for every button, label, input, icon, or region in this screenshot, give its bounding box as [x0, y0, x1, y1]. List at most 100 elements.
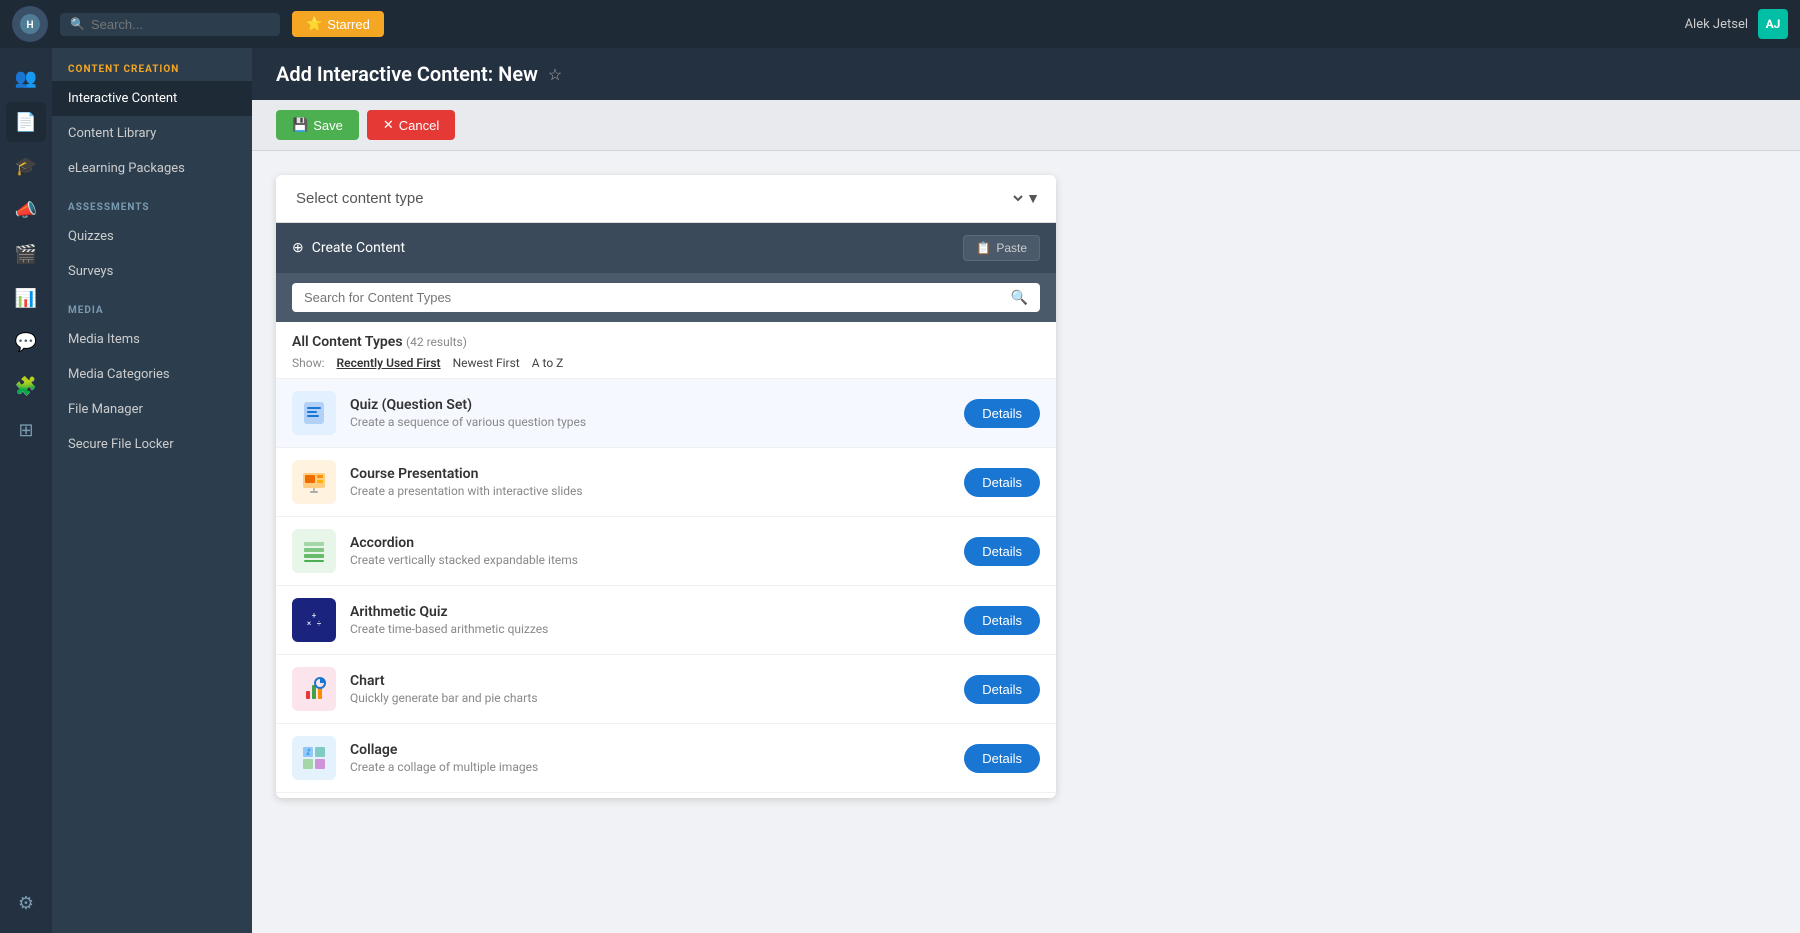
paste-icon: 📋 — [976, 241, 991, 255]
accordion-desc: Create vertically stacked expandable ite… — [350, 553, 950, 567]
search-submit-button[interactable]: 🔍 — [1011, 289, 1028, 306]
sidebar-item-media-items[interactable]: Media Items — [52, 322, 252, 357]
content-area: Select content type ▼ ⊕ Create Content 📋… — [252, 151, 1800, 822]
sidebar-item-elearning-packages[interactable]: eLearning Packages — [52, 151, 252, 186]
show-label: Show: — [292, 356, 325, 370]
create-content-label: ⊕ Create Content — [292, 240, 405, 256]
list-item: Accordion Create vertically stacked expa… — [276, 517, 1056, 586]
course-presentation-name: Course Presentation — [350, 466, 950, 482]
topbar: H 🔍 ⭐ Starred Alek Jetsel AJ — [0, 0, 1800, 48]
accordion-details-button[interactable]: Details — [964, 537, 1040, 566]
results-heading: All Content Types (42 results) — [292, 334, 1040, 350]
sort-recently-used[interactable]: Recently Used First — [337, 356, 441, 370]
search-section: 🔍 — [276, 273, 1056, 322]
sort-newest-first[interactable]: Newest First — [453, 356, 520, 370]
arithmetic-icon: +×÷ — [292, 598, 336, 642]
chart-details-button[interactable]: Details — [964, 675, 1040, 704]
section-label-content-creation: CONTENT CREATION — [52, 48, 252, 81]
collage-info: Collage Create a collage of multiple ima… — [350, 742, 950, 774]
icon-sidebar: 👥 📄 🎓 📣 🎬 📊 💬 🧩 ⊞ ⚙ — [0, 48, 52, 933]
sidebar-item-file-manager[interactable]: File Manager — [52, 392, 252, 427]
sort-bar: Show: Recently Used First Newest First A… — [292, 356, 1040, 370]
collage-desc: Create a collage of multiple images — [350, 760, 950, 774]
quiz-icon — [292, 391, 336, 435]
user-name: Alek Jetsel — [1685, 17, 1748, 32]
starred-label: Starred — [327, 17, 370, 32]
list-item: +×÷ Arithmetic Quiz Create time-based ar… — [276, 586, 1056, 655]
content-items-list: Quiz (Question Set) Create a sequence of… — [276, 378, 1056, 798]
sidebar-icon-users[interactable]: 👥 — [6, 58, 46, 98]
course-presentation-details-button[interactable]: Details — [964, 468, 1040, 497]
sidebar-icon-grid[interactable]: ⊞ — [6, 410, 46, 450]
search-input[interactable] — [91, 17, 251, 32]
chart-icon — [292, 667, 336, 711]
sidebar-item-quizzes[interactable]: Quizzes — [52, 219, 252, 254]
quiz-name: Quiz (Question Set) — [350, 397, 950, 413]
quiz-desc: Create a sequence of various question ty… — [350, 415, 950, 429]
search-bar[interactable]: 🔍 — [60, 13, 280, 36]
course-presentation-desc: Create a presentation with interactive s… — [350, 484, 950, 498]
sidebar-icon-comment[interactable]: 💬 — [6, 322, 46, 362]
page-header: Add Interactive Content: New ☆ — [252, 48, 1800, 100]
arithmetic-quiz-name: Arithmetic Quiz — [350, 604, 950, 620]
sidebar-icon-megaphone[interactable]: 📣 — [6, 190, 46, 230]
search-icon: 🔍 — [70, 17, 85, 31]
arithmetic-quiz-desc: Create time-based arithmetic quizzes — [350, 622, 950, 636]
collage-name: Collage — [350, 742, 950, 758]
sidebar-item-secure-file-locker[interactable]: Secure File Locker — [52, 427, 252, 462]
collage-icon — [292, 736, 336, 780]
select-content-type-header[interactable]: Select content type ▼ — [276, 175, 1056, 223]
avatar[interactable]: AJ — [1758, 9, 1788, 39]
arithmetic-quiz-details-button[interactable]: Details — [964, 606, 1040, 635]
sidebar-icon-graduation[interactable]: 🎓 — [6, 146, 46, 186]
sidebar-icon-content[interactable]: 📄 — [6, 102, 46, 142]
sidebar-icon-video[interactable]: 🎬 — [6, 234, 46, 274]
quiz-item-info: Quiz (Question Set) Create a sequence of… — [350, 397, 950, 429]
svg-text:÷: ÷ — [317, 619, 322, 628]
create-icon: ⊕ — [292, 240, 304, 256]
sidebar-icon-analytics[interactable]: 📊 — [6, 278, 46, 318]
sidebar-item-media-categories[interactable]: Media Categories — [52, 357, 252, 392]
content-type-search-input[interactable] — [304, 290, 1011, 305]
chart-info: Chart Quickly generate bar and pie chart… — [350, 673, 950, 705]
section-label-assessments: ASSESSMENTS — [52, 186, 252, 219]
favorite-star-icon[interactable]: ☆ — [548, 65, 562, 84]
cancel-icon: ✕ — [383, 117, 394, 133]
accordion-icon — [292, 529, 336, 573]
presentation-icon — [292, 460, 336, 504]
sidebar-item-surveys[interactable]: Surveys — [52, 254, 252, 289]
main-content: Add Interactive Content: New ☆ 💾 Save ✕ … — [252, 48, 1800, 933]
paste-button[interactable]: 📋 Paste — [963, 235, 1040, 261]
accordion-name: Accordion — [350, 535, 950, 551]
svg-text:H: H — [26, 20, 33, 31]
chart-desc: Quickly generate bar and pie charts — [350, 691, 950, 705]
arithmetic-quiz-info: Arithmetic Quiz Create time-based arithm… — [350, 604, 950, 636]
accordion-info: Accordion Create vertically stacked expa… — [350, 535, 950, 567]
sidebar-icon-settings[interactable]: ⚙ — [6, 883, 46, 923]
section-label-media: MEDIA — [52, 289, 252, 322]
action-bar: 💾 Save ✕ Cancel — [252, 100, 1800, 151]
list-item: Collage Create a collage of multiple ima… — [276, 724, 1056, 793]
create-content-bar: ⊕ Create Content 📋 Paste — [276, 223, 1056, 273]
list-item: Chart Quickly generate bar and pie chart… — [276, 655, 1056, 724]
sort-a-to-z[interactable]: A to Z — [532, 356, 564, 370]
save-button[interactable]: 💾 Save — [276, 110, 359, 140]
sidebar-icon-puzzle[interactable]: 🧩 — [6, 366, 46, 406]
list-item: Column Organize Interactive Content cont… — [276, 793, 1056, 798]
sidebar-item-content-library[interactable]: Content Library — [52, 116, 252, 151]
content-type-select[interactable]: Select content type — [292, 189, 1026, 208]
list-item: Quiz (Question Set) Create a sequence of… — [276, 379, 1056, 448]
chart-name: Chart — [350, 673, 950, 689]
collage-details-button[interactable]: Details — [964, 744, 1040, 773]
topbar-right: Alek Jetsel AJ — [1685, 9, 1788, 39]
quiz-details-button[interactable]: Details — [964, 399, 1040, 428]
cancel-button[interactable]: ✕ Cancel — [367, 110, 455, 140]
chevron-down-icon: ▼ — [1026, 190, 1040, 207]
starred-button[interactable]: ⭐ Starred — [292, 11, 384, 37]
content-type-search-wrap[interactable]: 🔍 — [292, 283, 1040, 312]
sidebar-item-interactive-content[interactable]: Interactive Content — [52, 81, 252, 116]
page-title: Add Interactive Content: New — [276, 62, 538, 86]
course-presentation-info: Course Presentation Create a presentatio… — [350, 466, 950, 498]
content-panel: Select content type ▼ ⊕ Create Content 📋… — [276, 175, 1056, 798]
all-content-types-label: All Content Types — [292, 334, 403, 350]
